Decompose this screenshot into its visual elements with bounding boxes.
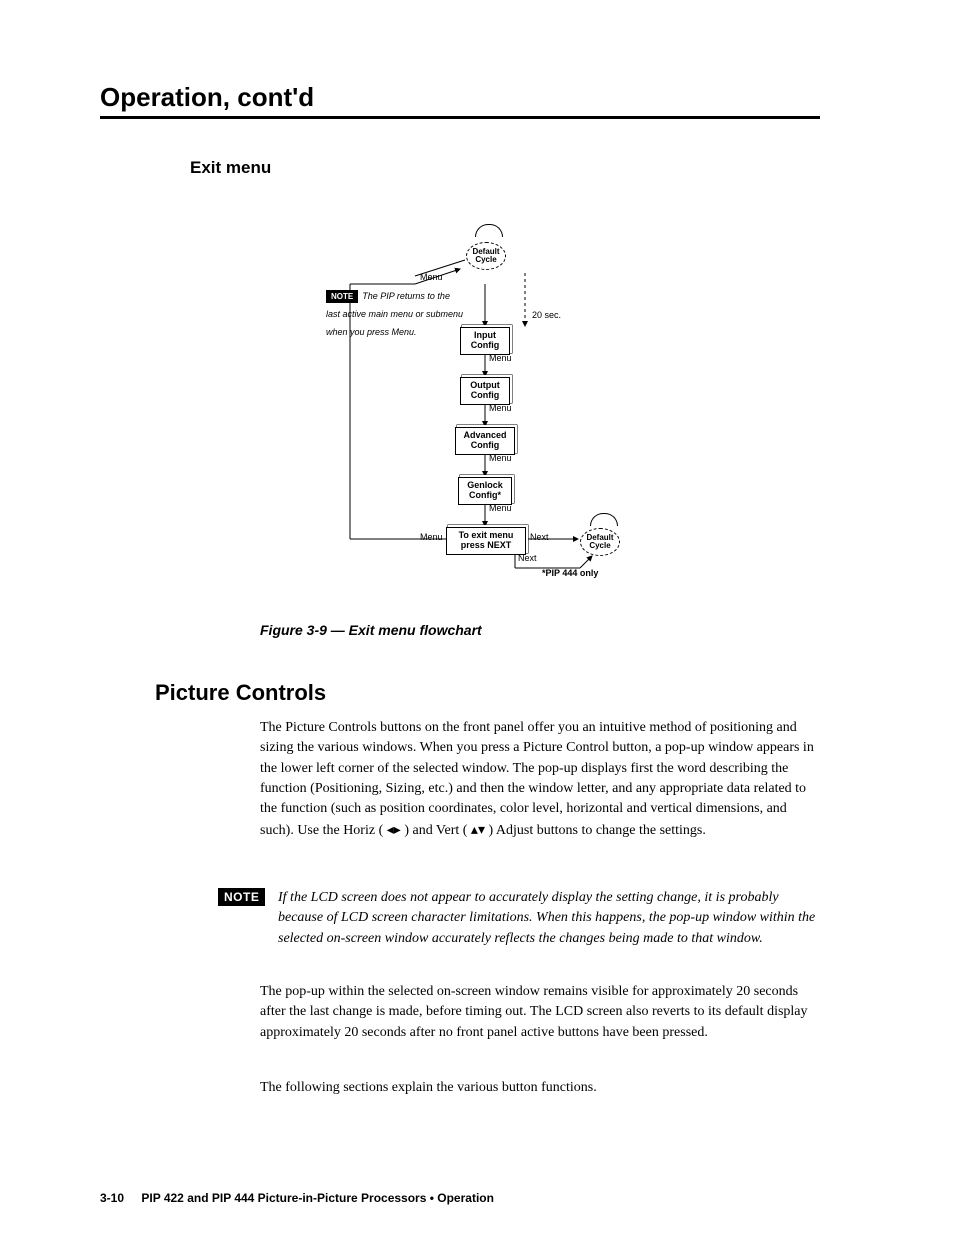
header-rule bbox=[100, 116, 820, 119]
note-callout: NOTE bbox=[218, 888, 265, 906]
p1a: The Picture Controls buttons on the fron… bbox=[260, 720, 814, 838]
note-badge: NOTE bbox=[326, 290, 358, 303]
menu-label-4: Menu bbox=[489, 453, 512, 463]
default-cycle-node: Default Cycle bbox=[466, 242, 506, 270]
vert-arrows-icon: ▴▾ bbox=[471, 821, 485, 837]
footer-text: PIP 422 and PIP 444 Picture-in-Picture P… bbox=[141, 1191, 494, 1205]
note-paragraph: If the LCD screen does not appear to acc… bbox=[278, 888, 820, 949]
next-label-2: Next bbox=[518, 553, 537, 563]
p1c: ) Adjust buttons to change the settings. bbox=[485, 823, 706, 838]
twenty-sec-label: 20 sec. bbox=[532, 310, 561, 320]
page: Operation, cont'd Exit menu bbox=[0, 0, 954, 1235]
horiz-arrows-icon: ◂▸ bbox=[387, 821, 401, 837]
flow-note: NOTE The PIP returns to the last active … bbox=[326, 286, 464, 340]
footer: 3-10 PIP 422 and PIP 444 Picture-in-Pict… bbox=[100, 1191, 494, 1205]
body-paragraph-2: The pop-up within the selected on-screen… bbox=[260, 982, 820, 1043]
note-badge-big: NOTE bbox=[218, 888, 265, 906]
exit-menu-flowchart: Default Cycle Menu 20 sec. NOTE The PIP … bbox=[260, 230, 680, 590]
loop-icon bbox=[475, 224, 503, 237]
figure-caption: Figure 3-9 — Exit menu flowchart bbox=[260, 622, 482, 638]
section-title: Exit menu bbox=[190, 158, 271, 178]
body-paragraph-1: The Picture Controls buttons on the fron… bbox=[260, 718, 820, 842]
default-cycle-node-2: Default Cycle bbox=[580, 528, 620, 556]
input-config-node: Input Config bbox=[460, 327, 510, 355]
advanced-config-node: Advanced Config bbox=[455, 427, 515, 455]
pip444-only-label: *PIP 444 only bbox=[542, 568, 598, 578]
menu-label: Menu bbox=[420, 272, 443, 282]
exit-menu-node: To exit menu press NEXT bbox=[446, 527, 526, 555]
picture-controls-heading: Picture Controls bbox=[155, 680, 326, 706]
body-paragraph-3: The following sections explain the vario… bbox=[260, 1078, 820, 1098]
menu-label-3: Menu bbox=[489, 403, 512, 413]
next-label: Next bbox=[530, 532, 549, 542]
genlock-config-node: Genlock Config* bbox=[458, 477, 512, 505]
menu-label-5: Menu bbox=[489, 503, 512, 513]
menu-label-2: Menu bbox=[489, 353, 512, 363]
p1b: ) and Vert ( bbox=[401, 823, 471, 838]
page-title: Operation, cont'd bbox=[100, 82, 314, 113]
menu-label-left: Menu bbox=[420, 532, 443, 542]
page-number: 3-10 bbox=[100, 1191, 124, 1205]
output-config-node: Output Config bbox=[460, 377, 510, 405]
